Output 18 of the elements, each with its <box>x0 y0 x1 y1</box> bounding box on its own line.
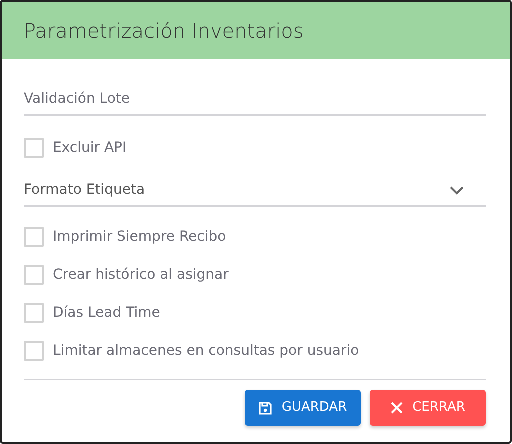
checkbox-label: Días Lead Time <box>53 304 160 322</box>
save-icon <box>258 402 272 414</box>
dialog-title: Parametrización Inventarios <box>24 18 304 42</box>
chevron-down-icon <box>450 186 464 195</box>
checkbox[interactable] <box>24 227 44 247</box>
select-field[interactable]: Formato Etiqueta <box>24 176 486 207</box>
checkbox-label: Crear histórico al asignar <box>53 266 229 284</box>
close-button[interactable]: CERRAR <box>370 390 486 426</box>
input-field[interactable]: Validación Lote <box>24 85 486 116</box>
checkbox-label: Excluir API <box>53 138 127 158</box>
checkbox[interactable] <box>24 303 44 323</box>
checkbox[interactable] <box>24 138 44 158</box>
checkbox[interactable] <box>24 341 44 361</box>
checkbox-label: Limitar almacenes en consultas por usuario <box>53 342 360 360</box>
save-button[interactable]: GUARDAR <box>245 390 361 426</box>
checkbox-label: Imprimir Siempre Recibo <box>53 228 226 246</box>
checkbox[interactable] <box>24 265 44 285</box>
close-icon <box>390 402 403 414</box>
